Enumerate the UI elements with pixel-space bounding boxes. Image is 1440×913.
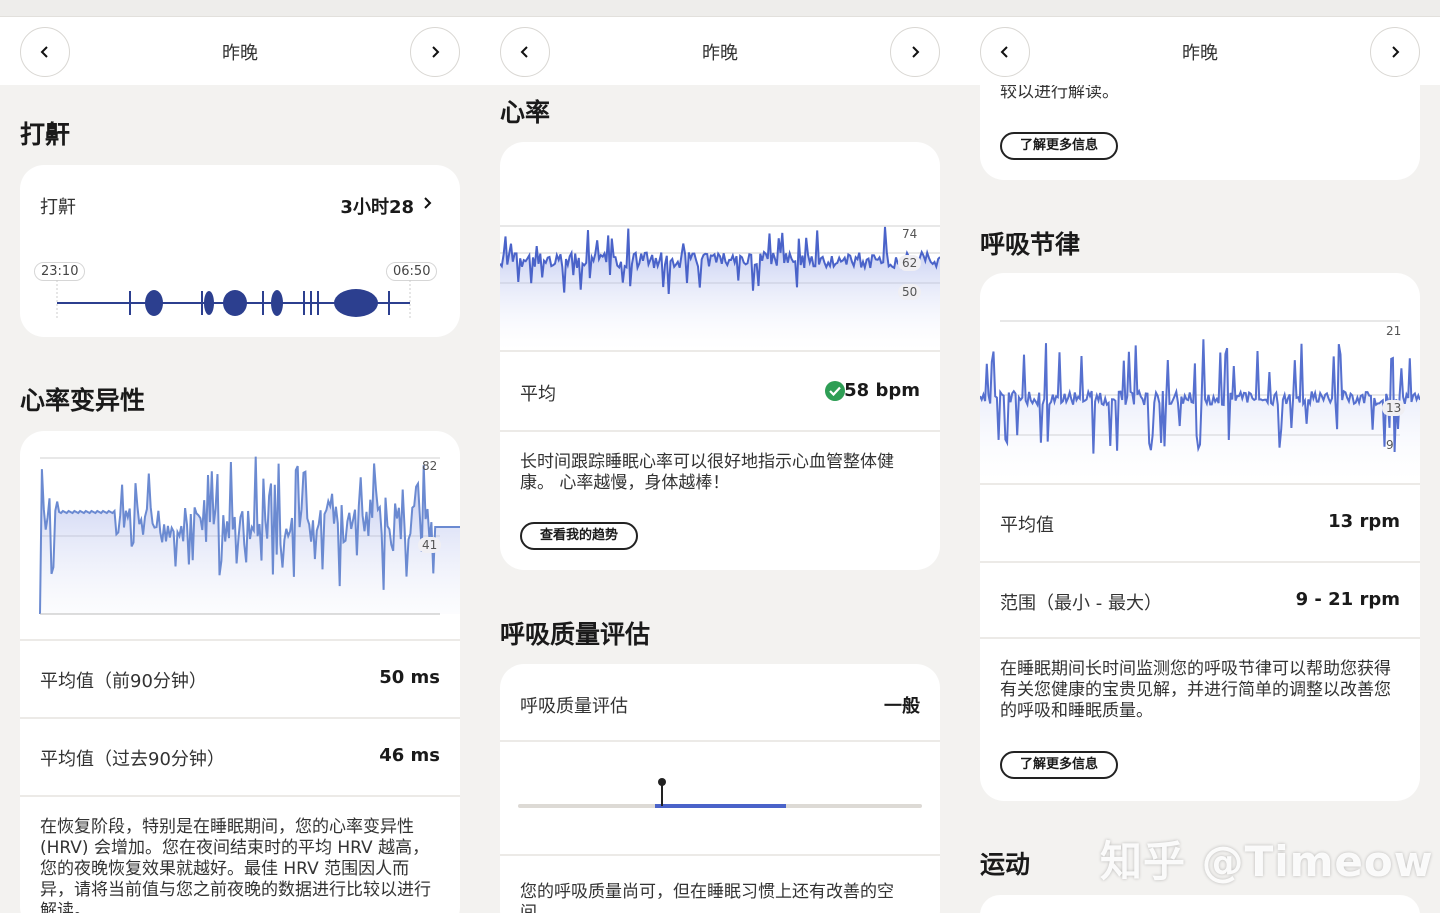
br-range-value: 9 - 21 rpm	[1295, 589, 1400, 610]
learn-more-button[interactable]: 了解更多信息	[1000, 132, 1119, 160]
snore-section-title: 打鼾	[20, 120, 71, 149]
br-tick-13: 13	[1382, 400, 1406, 416]
hrv-tick-low: 41	[418, 537, 442, 553]
panel-snore-hrv: 昨晚 打鼾 打鼾 3小时28 23:10 06:50 心率变异性 82 41 平…	[0, 17, 480, 913]
breathing-quality-description: 您的呼吸质量尚可，但在睡眠习惯上还有改善的空间。	[520, 882, 894, 913]
hrv-avg-first-value: 50 ms	[379, 667, 440, 688]
exercise-card	[980, 895, 1420, 913]
breathing-rhythm-section-title: 呼吸节律	[980, 230, 1081, 259]
hrv-avg-last-label: 平均值（过去90分钟）	[40, 749, 225, 770]
next-day-button[interactable]	[1370, 27, 1420, 77]
previous-card-text: 较以进行解读。	[1000, 82, 1119, 102]
breathing-quality-value: 一般	[884, 696, 920, 717]
chevron-right-icon	[424, 197, 432, 209]
hrv-avg-first-label: 平均值（前90分钟）	[40, 671, 207, 692]
br-range-row: 范围（最小 - 最大） 9 - 21 rpm	[980, 561, 1420, 639]
snore-timeline	[56, 280, 411, 320]
br-range-label: 范围（最小 - 最大）	[1000, 593, 1162, 614]
breathing-rhythm-card: 21 13 9 平均值 13 rpm 范围（最小 - 最大） 9 - 21 rp…	[980, 273, 1420, 801]
hrv-avg-last-value: 46 ms	[379, 745, 440, 766]
br-description-row: 在睡眠期间长时间监测您的呼吸节律可以帮助您获得有关您健康的宝贵见解，并进行简单的…	[980, 637, 1420, 801]
view-trends-button[interactable]: 查看我的趋势	[520, 522, 639, 550]
hr-avg-value: 58 bpm	[844, 380, 920, 401]
breathing-rhythm-chart	[980, 320, 1420, 483]
hr-tick-50: 50	[898, 284, 922, 300]
learn-more-button[interactable]: 了解更多信息	[1000, 751, 1119, 779]
hr-avg-label: 平均	[520, 384, 556, 405]
next-day-button[interactable]	[410, 27, 460, 77]
breathing-quality-card: 呼吸质量评估 一般 您的呼吸质量尚可，但在睡眠习惯上还有改善的空间。	[500, 664, 940, 913]
top-nav: 昨晚	[0, 17, 480, 85]
top-strip	[0, 0, 1440, 17]
top-nav: 昨晚	[960, 17, 1440, 85]
breathing-quality-scale	[518, 778, 922, 808]
hr-tick-74: 74	[902, 227, 918, 241]
heart-rate-area	[500, 226, 940, 350]
nav-title: 昨晚	[702, 43, 738, 64]
nav-title: 昨晚	[1182, 43, 1218, 64]
snore-value: 3小时28	[340, 197, 414, 218]
hrv-tick-high: 82	[422, 459, 438, 473]
br-tick-21: 21	[1386, 324, 1402, 338]
br-avg-label: 平均值	[1000, 515, 1054, 536]
hr-description: 长时间跟踪睡眠心率可以很好地指示心血管整体健康。 心率越慢，身体越棒！	[520, 452, 894, 493]
br-avg-value: 13 rpm	[1328, 511, 1400, 532]
top-nav: 昨晚	[480, 17, 960, 85]
hr-description-row: 长时间跟踪睡眠心率可以很好地指示心血管整体健康。 心率越慢，身体越棒！ 查看我的…	[500, 430, 940, 570]
panel-breathing-rhythm: 较以进行解读。 了解更多信息 昨晚 呼吸节律 21 13 9 平均值 13 rp…	[960, 17, 1440, 913]
br-description: 在睡眠期间长时间监测您的呼吸节律可以帮助您获得有关您健康的宝贵见解，并进行简单的…	[1000, 659, 1391, 721]
snore-label: 打鼾	[40, 197, 76, 218]
hrv-description: 在恢复阶段，特别是在睡眠期间，您的心率变异性 (HRV) 会增加。您在夜间结束时…	[40, 817, 431, 913]
hrv-avg-last-row: 平均值（过去90分钟） 46 ms	[20, 717, 460, 795]
breathing-quality-description-row: 您的呼吸质量尚可，但在睡眠习惯上还有改善的空间。	[500, 854, 940, 913]
watermark: 知乎 @Timeow	[1100, 837, 1434, 886]
hr-tick-62: 62	[898, 255, 922, 271]
breathing-quality-section-title: 呼吸质量评估	[500, 620, 651, 649]
hrv-avg-first-row: 平均值（前90分钟） 50 ms	[20, 639, 460, 717]
heart-rate-card: 74 62 50 平均 58 bpm 长时间跟踪睡眠心率可以很好地指示心血管整体…	[500, 142, 940, 570]
breathing-quality-label: 呼吸质量评估	[520, 696, 628, 717]
chevron-right-icon	[432, 46, 440, 58]
chevron-right-icon	[912, 46, 920, 58]
hrv-card: 82 41 平均值（前90分钟） 50 ms 平均值（过去90分钟） 46 ms…	[20, 431, 460, 913]
panel-heart-breathing: 昨晚 心率 74 62 50 平均 58 bpm 长时间跟踪睡眠心率可以很好地指…	[480, 17, 960, 913]
br-tick-9: 9	[1386, 438, 1394, 452]
br-avg-row: 平均值 13 rpm	[980, 483, 1420, 561]
heart-rate-section-title: 心率	[500, 98, 551, 127]
hrv-description-row: 在恢复阶段，特别是在睡眠期间，您的心率变异性 (HRV) 会增加。您在夜间结束时…	[20, 795, 460, 913]
hr-avg-row: 平均 58 bpm	[500, 350, 940, 430]
hrv-chart	[39, 456, 460, 615]
hrv-section-title: 心率变异性	[20, 386, 146, 415]
breathing-quality-scale-row	[500, 740, 940, 854]
snore-card[interactable]: 打鼾 3小时28 23:10 06:50	[20, 165, 460, 337]
check-circle-icon	[825, 381, 845, 401]
chevron-right-icon	[1392, 46, 1400, 58]
heart-rate-chart	[500, 225, 940, 350]
nav-title: 昨晚	[222, 43, 258, 64]
exercise-section-title: 运动	[980, 850, 1031, 879]
next-day-button[interactable]	[890, 27, 940, 77]
